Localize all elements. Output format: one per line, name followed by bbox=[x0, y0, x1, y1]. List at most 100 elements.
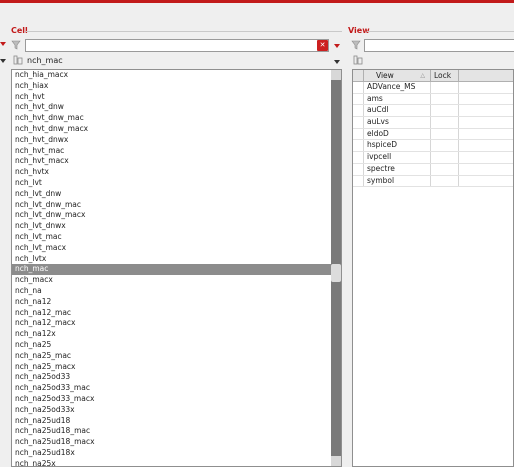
row-spacer bbox=[353, 175, 364, 187]
cell-list-item[interactable]: nch_lvt_mac bbox=[12, 232, 341, 243]
row-filler bbox=[459, 82, 513, 93]
cell-list-item[interactable]: nch_na25_macx bbox=[12, 362, 341, 373]
cell-list-item[interactable]: nch_lvt bbox=[12, 178, 341, 189]
window-accent-bar bbox=[0, 0, 514, 3]
view-filter-input[interactable] bbox=[364, 39, 514, 52]
cell-list-item[interactable]: nch_lvtx bbox=[12, 254, 341, 265]
row-spacer bbox=[353, 117, 364, 128]
cell-list-item[interactable]: nch_hvt_dnw bbox=[12, 102, 341, 113]
view-table[interactable]: View △ Lock ADVance_MS ams auCdl auLvs eldoD… bbox=[352, 69, 514, 467]
view-name-cell[interactable]: auCdl bbox=[364, 105, 431, 117]
row-filler bbox=[459, 140, 513, 151]
scroll-thumb[interactable] bbox=[331, 264, 341, 282]
view-table-row[interactable]: auLvs bbox=[353, 117, 513, 129]
cell-list-item[interactable]: nch_na12_mac bbox=[12, 308, 341, 319]
view-name-cell[interactable]: ADVance_MS bbox=[364, 82, 431, 93]
row-filler bbox=[459, 152, 513, 163]
library-combo-dropdown-arrow[interactable] bbox=[0, 59, 6, 63]
cell-filter-input[interactable] bbox=[25, 39, 329, 52]
cell-list-item[interactable]: nch_lvt_dnwx bbox=[12, 221, 341, 232]
cell-list-item[interactable]: nch_na25od33_macx bbox=[12, 394, 341, 405]
row-spacer bbox=[353, 152, 364, 163]
cell-list-item[interactable]: nch_hvt_dnw_macx bbox=[12, 124, 341, 135]
cell-list-item[interactable]: nch_macx bbox=[12, 275, 341, 286]
cell-list-item[interactable]: nch_na12x bbox=[12, 329, 341, 340]
cell-list-item[interactable]: nch_hvt_mac bbox=[12, 146, 341, 157]
row-filler bbox=[459, 164, 513, 175]
view-table-row[interactable]: ivpcell bbox=[353, 152, 513, 164]
cell-list-item[interactable]: nch_na25ud18_macx bbox=[12, 437, 341, 448]
view-library-icon bbox=[353, 55, 363, 65]
cell-list-item[interactable]: nch_lvt_dnw_macx bbox=[12, 210, 341, 221]
column-header-lock-label: Lock bbox=[434, 71, 452, 80]
view-table-header: View △ Lock bbox=[353, 70, 513, 82]
cell-list-item[interactable]: nch_hia_macx bbox=[12, 70, 341, 81]
view-table-row[interactable]: auCdl bbox=[353, 105, 513, 118]
cell-list-scrollbar[interactable] bbox=[331, 70, 341, 466]
view-table-row[interactable]: hspiceD bbox=[353, 140, 513, 153]
cell-list-item[interactable]: nch_na25ud18_mac bbox=[12, 426, 341, 437]
lock-cell bbox=[431, 152, 459, 163]
cell-list-item[interactable]: nch_na12_macx bbox=[12, 318, 341, 329]
cell-list-item[interactable]: nch_na25od33x bbox=[12, 405, 341, 416]
cell-filter-dropdown-arrow[interactable] bbox=[334, 44, 340, 48]
view-table-rows: ADVance_MS ams auCdl auLvs eldoD hspiceD ivpce… bbox=[353, 82, 513, 188]
row-filler bbox=[459, 117, 513, 128]
cell-group-rule bbox=[26, 31, 342, 32]
row-spacer bbox=[353, 105, 364, 117]
cell-list-item[interactable]: nch_na25ud18x bbox=[12, 448, 341, 459]
row-spacer bbox=[353, 82, 364, 93]
view-funnel-icon bbox=[351, 40, 361, 50]
row-spacer bbox=[353, 128, 364, 140]
view-table-row[interactable]: symbol bbox=[353, 175, 513, 188]
cell-list-item[interactable]: nch_lvt_macx bbox=[12, 243, 341, 254]
lock-cell bbox=[431, 117, 459, 128]
cell-list-item[interactable]: nch_na bbox=[12, 286, 341, 297]
view-table-row[interactable]: eldoD bbox=[353, 128, 513, 141]
library-icon bbox=[13, 55, 23, 65]
funnel-icon bbox=[11, 40, 21, 50]
clear-filter-icon[interactable]: ✕ bbox=[317, 40, 328, 51]
view-table-row[interactable]: ADVance_MS bbox=[353, 82, 513, 94]
cell-list-item[interactable]: nch_na25 bbox=[12, 340, 341, 351]
column-header-lock[interactable]: Lock bbox=[431, 70, 459, 81]
cell-list-item[interactable]: nch_hiax bbox=[12, 81, 341, 92]
cell-list-item[interactable]: nch_na25x bbox=[12, 459, 341, 466]
cell-list-item[interactable]: nch_hvt_dnwx bbox=[12, 135, 341, 146]
lock-cell bbox=[431, 163, 459, 175]
scroll-down-button[interactable] bbox=[331, 456, 341, 466]
column-header-view[interactable]: View △ bbox=[364, 70, 431, 81]
view-table-row[interactable]: spectre bbox=[353, 163, 513, 176]
library-filter-dropdown-arrow[interactable] bbox=[0, 42, 6, 46]
view-name-cell[interactable]: hspiceD bbox=[364, 140, 431, 152]
cell-list-item[interactable]: nch_na25od33 bbox=[12, 372, 341, 383]
sort-ascending-icon: △ bbox=[420, 72, 425, 79]
view-name-cell[interactable]: eldoD bbox=[364, 128, 431, 140]
cell-list-item[interactable]: nch_hvt bbox=[12, 92, 341, 103]
scroll-up-button[interactable] bbox=[331, 70, 341, 80]
cell-list[interactable]: nch_hia_macx nch_hiax nch_hvt nch_hvt_dnw nc… bbox=[11, 69, 342, 467]
row-filler bbox=[459, 105, 513, 116]
cell-list-item[interactable]: nch_hvtx bbox=[12, 167, 341, 178]
column-header-view-label: View bbox=[376, 71, 394, 80]
cell-list-item[interactable]: nch_lvt_dnw_mac bbox=[12, 200, 341, 211]
view-name-cell[interactable]: auLvs bbox=[364, 117, 431, 128]
lock-cell bbox=[431, 140, 459, 152]
lock-cell bbox=[431, 128, 459, 140]
cell-combo-value[interactable]: nch_mac bbox=[27, 56, 63, 65]
cell-list-item[interactable]: nch_hvt_macx bbox=[12, 156, 341, 167]
cell-list-item[interactable]: nch_na25ud18 bbox=[12, 416, 341, 427]
view-name-cell[interactable]: symbol bbox=[364, 175, 431, 187]
view-name-cell[interactable]: ams bbox=[364, 93, 431, 105]
cell-list-item[interactable]: nch_na12 bbox=[12, 297, 341, 308]
cell-list-item[interactable]: nch_lvt_dnw bbox=[12, 189, 341, 200]
cell-list-item[interactable]: nch_na25od33_mac bbox=[12, 383, 341, 394]
row-filler bbox=[459, 94, 513, 105]
cell-list-item[interactable]: nch_hvt_dnw_mac bbox=[12, 113, 341, 124]
view-table-row[interactable]: ams bbox=[353, 93, 513, 106]
view-name-cell[interactable]: ivpcell bbox=[364, 152, 431, 163]
cell-list-item[interactable]: nch_mac bbox=[12, 264, 341, 276]
cell-combo-dropdown-arrow[interactable] bbox=[334, 60, 340, 64]
cell-list-item[interactable]: nch_na25_mac bbox=[12, 351, 341, 362]
view-name-cell[interactable]: spectre bbox=[364, 163, 431, 175]
